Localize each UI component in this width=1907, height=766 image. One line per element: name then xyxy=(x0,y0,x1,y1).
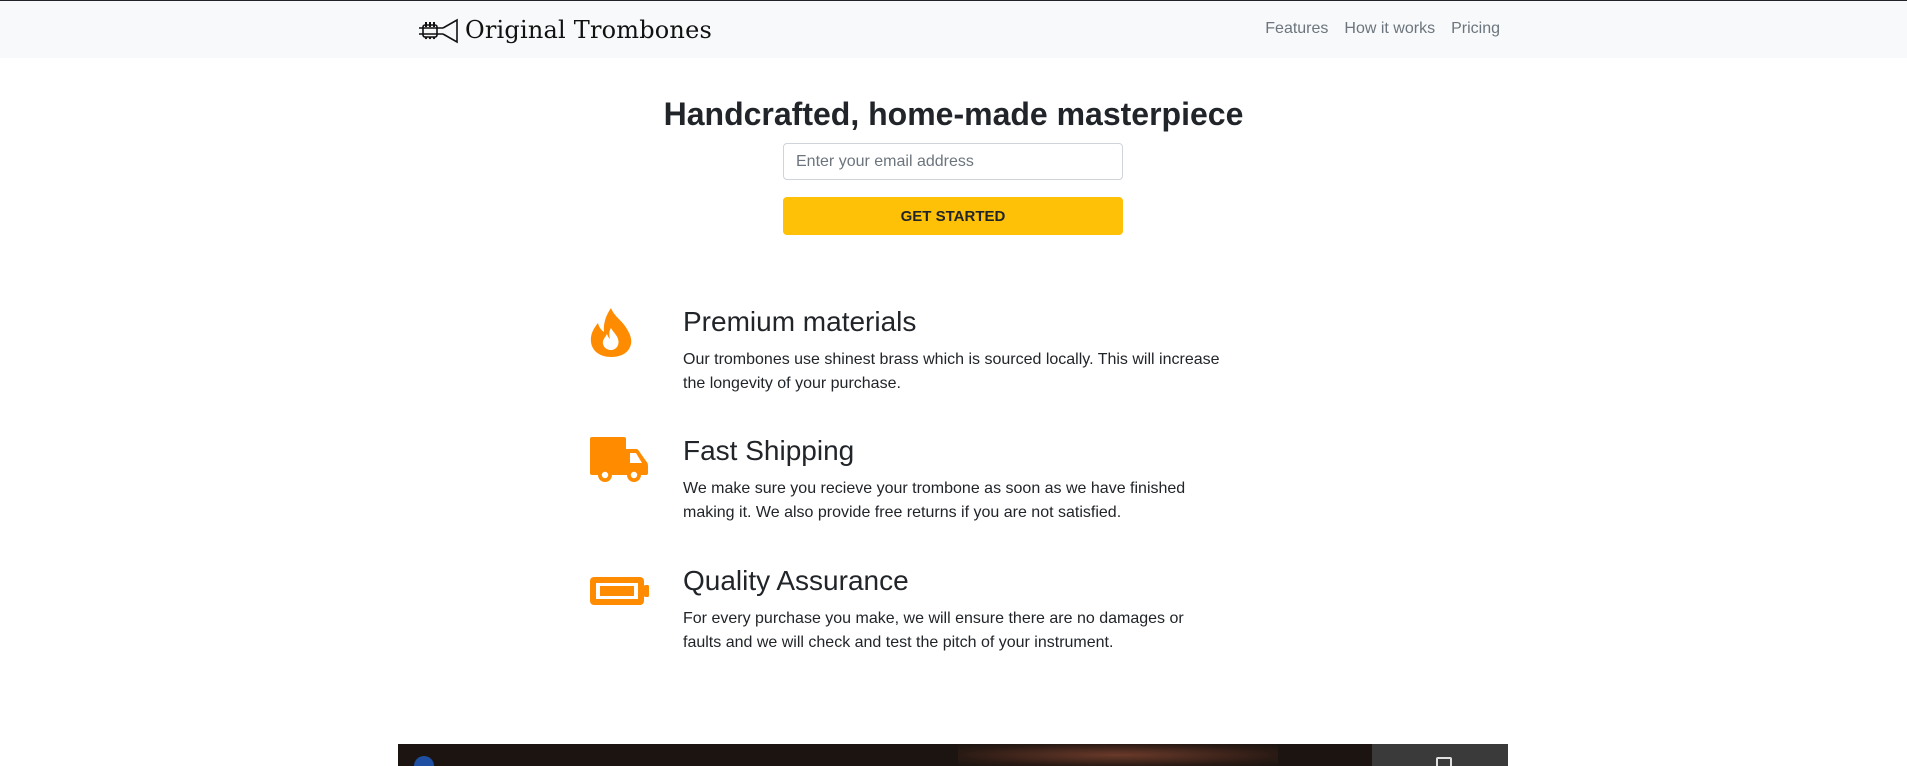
truck-icon xyxy=(590,437,648,482)
video-embed[interactable] xyxy=(398,744,1508,766)
trumpet-logo-icon xyxy=(419,18,458,44)
nav-links: Features How it works Pricing xyxy=(1265,20,1500,38)
feature-title: Premium materials xyxy=(683,306,917,337)
get-started-button[interactable]: GET STARTED xyxy=(783,197,1123,235)
feature-title: Fast Shipping xyxy=(683,435,855,466)
brand-name: Original Trombones xyxy=(465,16,713,44)
battery-icon xyxy=(590,577,649,605)
copy-link-icon[interactable] xyxy=(1436,757,1452,766)
fire-icon xyxy=(590,308,632,357)
video-thumbnail xyxy=(958,744,1278,766)
brand[interactable]: Original Trombones xyxy=(417,14,712,46)
email-input[interactable] xyxy=(783,143,1123,180)
feature-text: For every purchase you make, we will ens… xyxy=(683,610,1184,651)
nav-link-pricing[interactable]: Pricing xyxy=(1451,20,1500,38)
feature-text: We make sure you recieve your trombone a… xyxy=(683,480,1186,521)
channel-avatar[interactable] xyxy=(414,756,434,766)
navbar: Original Trombones Features How it works… xyxy=(0,1,1907,58)
nav-link-features[interactable]: Features xyxy=(1265,20,1328,38)
nav-link-how-it-works[interactable]: How it works xyxy=(1344,20,1435,38)
feature-text: Our trombones use shinest brass which is… xyxy=(683,351,1220,392)
feature-title: Quality Assurance xyxy=(683,565,909,596)
hero-title: Handcrafted, home-made masterpiece xyxy=(663,96,1244,132)
